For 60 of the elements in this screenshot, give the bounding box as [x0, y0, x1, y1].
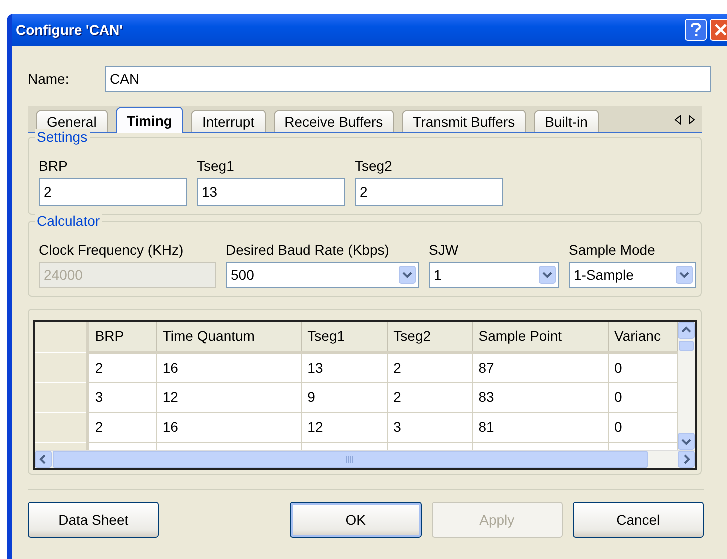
field-label: SJW: [429, 242, 460, 258]
column-header[interactable]: Tseg2: [387, 322, 472, 352]
close-button[interactable]: [710, 19, 727, 41]
input-field[interactable]: 2: [355, 178, 503, 206]
scroll-left-icon[interactable]: [674, 115, 682, 125]
dialog-button[interactable]: Data Sheet: [28, 502, 160, 538]
dialog-button[interactable]: Cancel: [572, 502, 704, 538]
scroll-down-icon[interactable]: [678, 433, 695, 450]
vertical-scrollbar[interactable]: [678, 322, 695, 450]
column-header[interactable]: Time Quantum: [156, 322, 302, 352]
field-label: Desired Baud Rate (Kbps): [226, 242, 390, 258]
group-title: Calculator: [35, 213, 102, 229]
tab[interactable]: Built-in: [534, 110, 599, 132]
column-header[interactable]: Sample Point: [472, 322, 608, 352]
tab[interactable]: Timing: [116, 107, 184, 133]
field-label: Clock Frequency (KHz): [39, 242, 185, 258]
input-field[interactable]: 2: [39, 178, 187, 206]
tab[interactable]: Interrupt: [191, 110, 266, 132]
table-cell: 12: [301, 412, 388, 442]
close-icon[interactable]: [715, 24, 727, 36]
table-cell: 3: [387, 412, 472, 442]
name-label: Name:: [28, 71, 70, 87]
table-cell: 2: [88, 352, 156, 382]
table-cell: 16: [156, 352, 302, 382]
column-header[interactable]: Varianc: [608, 322, 678, 352]
grip-icon[interactable]: [346, 456, 355, 463]
row-header: [35, 322, 88, 352]
dropdown[interactable]: 1-Sample: [569, 262, 696, 288]
input-field[interactable]: 13: [197, 178, 345, 206]
table-cell: 12: [156, 382, 302, 412]
field-label: Tseg2: [355, 158, 394, 174]
table-cell: 9: [301, 382, 388, 412]
table-cell: 87: [472, 352, 608, 382]
field-label: Tseg1: [197, 158, 236, 174]
table-cell: 13: [301, 352, 388, 382]
scroll-thumb[interactable]: [679, 341, 694, 351]
dialog-button[interactable]: OK: [290, 502, 422, 538]
column-header[interactable]: Tseg1: [301, 322, 388, 352]
table-cell: 16: [156, 412, 302, 442]
field-label: Sample Mode: [569, 242, 656, 258]
scroll-right-icon[interactable]: [688, 115, 696, 125]
table-cell: 2: [88, 412, 156, 442]
dropdown[interactable]: 500: [226, 262, 419, 288]
window-title: Configure 'CAN': [16, 22, 123, 38]
tab[interactable]: Transmit Buffers: [402, 110, 526, 132]
help-icon[interactable]: [690, 23, 702, 37]
table-cell: 81: [472, 412, 608, 442]
tab[interactable]: General: [36, 110, 108, 132]
name-input-field[interactable]: CAN: [105, 66, 711, 92]
field-label: BRP: [39, 158, 69, 174]
scroll-up-icon[interactable]: [678, 322, 695, 339]
column-header[interactable]: BRP: [88, 322, 156, 352]
table-cell: 3: [88, 382, 156, 412]
group-title: Settings: [35, 129, 90, 145]
dropdown[interactable]: 1: [429, 262, 559, 288]
tab[interactable]: Receive Buffers: [274, 110, 394, 132]
table-cell: 2: [387, 352, 472, 382]
table-cell: 83: [472, 382, 608, 412]
table-cell: 2: [387, 382, 472, 412]
help-button[interactable]: [685, 19, 707, 41]
